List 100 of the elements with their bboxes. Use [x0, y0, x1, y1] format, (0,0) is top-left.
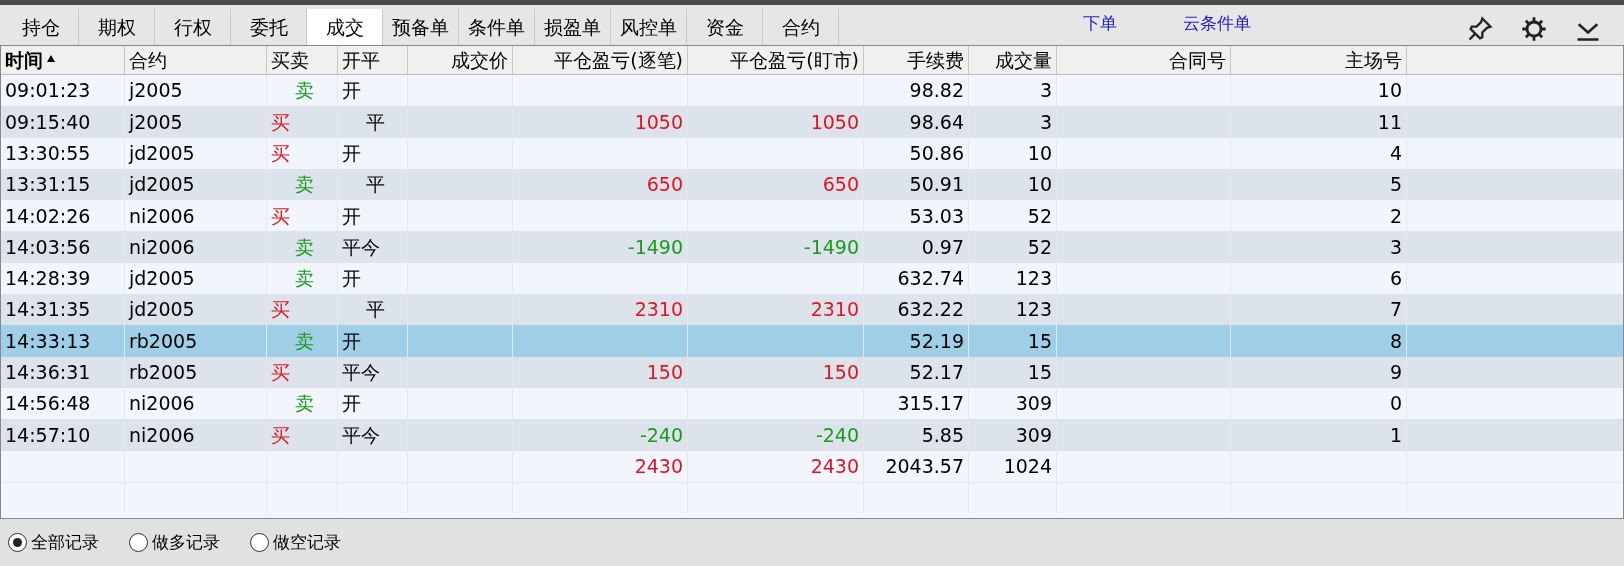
table-cell-text: jd2005	[129, 141, 195, 166]
table-row[interactable]: 14:36:31 rb2005 买 平今 150 150 52.17 15 9	[1, 356, 1623, 388]
table-cell-text: 1	[1389, 422, 1402, 448]
column-header[interactable]: 合约	[129, 46, 167, 75]
table-cell-text: 卖	[295, 391, 314, 417]
table-cell-text: 2430	[810, 453, 859, 479]
table-cell-text: 52.17	[909, 360, 964, 386]
table-cell-text: 买	[271, 203, 290, 229]
column-header[interactable]: 成交量	[995, 46, 1052, 75]
table-cell-text: 3	[1039, 109, 1052, 135]
table-cell-text: 5	[1389, 172, 1402, 198]
column-header[interactable]: 买卖	[271, 46, 309, 75]
table-cell-text: 平	[365, 297, 385, 323]
column-header[interactable]: 时间	[5, 46, 55, 75]
column-header[interactable]: 合同号	[1169, 46, 1226, 75]
table-cell-text: ni2006	[129, 391, 195, 417]
table-cell-text: 0.97	[921, 234, 964, 260]
table-cell-text: j2005	[129, 78, 183, 104]
table-cell-text: 50.91	[909, 172, 964, 198]
table-cell-text: jd2005	[129, 266, 195, 292]
table-cell-text: 15	[1027, 328, 1052, 354]
table-cell-text: 13:31:15	[5, 172, 91, 198]
table-cell-text: 开	[342, 391, 361, 417]
table-cell-text: 14:31:35	[5, 297, 91, 323]
table-cell-text: 632.22	[897, 297, 964, 323]
radio-button[interactable]	[250, 533, 269, 552]
table-cell-text: 买	[271, 141, 290, 166]
table-cell-text: 卖	[295, 266, 314, 292]
radio-option[interactable]: 全部记录	[8, 529, 99, 556]
table-cell-text: 309	[1015, 422, 1052, 448]
table-cell-text: 14:36:31	[5, 360, 91, 386]
table-cell-text: 123	[1015, 266, 1052, 292]
table-cell-text: 315.17	[897, 391, 964, 417]
table-cell-text: 632.74	[897, 266, 964, 292]
table-cell-text: rb2005	[129, 360, 198, 386]
table-cell-text: 平	[365, 172, 385, 198]
table-cell-text: 开	[342, 203, 361, 229]
table-cell-text: 52	[1027, 203, 1052, 229]
sort-arrow-icon	[47, 54, 55, 62]
table-cell-text: 10	[1027, 172, 1052, 198]
table-cell-text: 开	[342, 78, 361, 104]
table-row[interactable]: 09:15:40 j2005 买 平 1050 1050 98.64 3 11	[1, 106, 1623, 138]
pin-icon[interactable]	[1466, 15, 1494, 43]
table-cell-text: 卖	[295, 234, 314, 260]
table-cell-text: 买	[271, 360, 290, 386]
table-cell-text: 平今	[342, 234, 380, 260]
column-header[interactable]: 成交价	[451, 46, 508, 75]
table-cell-text: 3	[1039, 78, 1052, 104]
radio-button[interactable]	[8, 533, 27, 552]
table-cell-text: 买	[271, 297, 290, 323]
radio-option[interactable]: 做空记录	[250, 529, 341, 556]
settings-icon[interactable]	[1520, 15, 1548, 43]
column-header[interactable]: 平仓盈亏(逐笔)	[554, 46, 683, 75]
table-cell-text: 11	[1377, 109, 1402, 135]
table-row[interactable]: 13:31:15 jd2005 卖 平 650 650 50.91 10 5	[1, 168, 1623, 201]
table-cell-text: 14:28:39	[5, 266, 91, 292]
table-cell-text: 650	[822, 172, 859, 198]
table-cell-text: 1024	[1003, 453, 1052, 479]
link[interactable]: 云条件单	[1183, 11, 1251, 37]
column-header[interactable]: 手续费	[907, 46, 964, 75]
table-cell-text: ni2006	[129, 234, 195, 260]
tab[interactable]: 成交	[307, 9, 383, 45]
table-cell-text: 4	[1389, 141, 1402, 166]
table-cell-text: 2310	[810, 297, 859, 323]
table-cell-text: 卖	[295, 78, 314, 104]
column-header[interactable]: 平仓盈亏(盯市)	[730, 46, 859, 75]
table-cell-text: 14:33:13	[5, 328, 91, 354]
table-cell-text: 14:02:26	[5, 203, 91, 229]
table-cell-text: 1050	[810, 109, 859, 135]
table-cell-text: 买	[271, 109, 290, 135]
table-cell-text: 平今	[342, 360, 380, 386]
table-cell-text: 98.82	[909, 78, 964, 104]
table-cell-text: 98.64	[909, 109, 964, 135]
table-cell-text: -240	[815, 422, 859, 448]
link[interactable]: 下单	[1083, 11, 1117, 37]
table-row[interactable]: 14:31:35 jd2005 买 平 2310 2310 632.22 123 7	[1, 294, 1623, 326]
table-cell-text: 52	[1027, 234, 1052, 260]
table-cell-text: 6	[1389, 266, 1402, 292]
column-header[interactable]: 主场号	[1345, 46, 1402, 75]
table-row[interactable]: 14:57:10 ni2006 买 平今 -240 -240 5.85 309 1	[1, 419, 1623, 451]
table-cell-text: 7	[1389, 297, 1402, 323]
table-row[interactable]: 14:03:56 ni2006 卖 平今 -1490 -1490 0.97 52 3	[1, 231, 1623, 263]
table-cell-text: 3	[1389, 234, 1402, 260]
table-cell-text: 15	[1027, 360, 1052, 386]
table-cell-text: 8	[1389, 328, 1402, 354]
table-cell-text: -240	[639, 422, 683, 448]
table-cell-text: 卖	[295, 172, 314, 198]
table-cell-text: 150	[646, 360, 683, 386]
table-cell-text: ni2006	[129, 422, 195, 448]
table-cell-text: 平	[365, 109, 385, 135]
table-cell-text: 开	[342, 266, 361, 292]
table-cell-text: 平今	[342, 422, 380, 448]
table-cell-text: 开	[342, 141, 361, 166]
table-cell-text: 2310	[634, 297, 683, 323]
table-cell-text: 卖	[295, 328, 314, 354]
radio-option[interactable]: 做多记录	[129, 529, 220, 556]
column-header[interactable]: 开平	[342, 46, 380, 75]
table-cell-text: jd2005	[129, 297, 195, 323]
radio-button[interactable]	[129, 533, 148, 552]
table-row[interactable]: 14:33:13 rb2005 卖 开 52.19 15 8	[1, 325, 1623, 357]
